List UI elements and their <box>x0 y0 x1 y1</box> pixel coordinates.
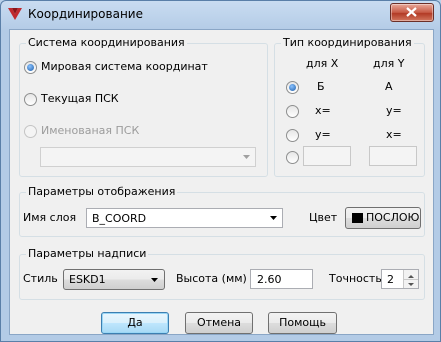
custom-y-input[interactable] <box>369 146 417 166</box>
height-input[interactable]: 2.60 <box>250 269 313 289</box>
color-button[interactable]: ПОСЛОЮ <box>345 207 421 229</box>
display-params-title: Параметры отображения <box>26 185 178 198</box>
dialog-window: Координирование Система координирования … <box>0 0 441 342</box>
color-swatch <box>352 213 363 223</box>
type-row-1-y: А <box>385 80 393 93</box>
layer-name-label: Имя слоя <box>23 211 77 224</box>
height-label: Высота (мм) <box>176 272 247 285</box>
label-params-group: Параметры надписи Стиль ESKD1 Высота (мм… <box>19 247 425 300</box>
help-button[interactable]: Помощь <box>268 312 337 334</box>
style-select[interactable]: ESKD1 <box>63 269 165 290</box>
type-row-2-y: y= <box>386 104 402 117</box>
named-ucs-select <box>40 147 256 167</box>
dialog-body: Система координирования Мировая система … <box>9 29 434 335</box>
type-row-1-x: Б <box>317 80 325 93</box>
col-y-header: для Y <box>373 57 405 70</box>
cancel-button[interactable]: Отмена <box>185 312 253 334</box>
radio-type-row-1[interactable] <box>286 81 299 94</box>
precision-spinner[interactable]: 2 <box>381 269 419 289</box>
type-row-3-y: x= <box>386 128 402 141</box>
ok-button[interactable]: Да <box>101 312 169 334</box>
window-title: Координирование <box>28 7 143 21</box>
precision-value: 2 <box>387 273 394 286</box>
col-x-header: для X <box>306 57 339 70</box>
height-value: 2.60 <box>257 273 282 286</box>
radio-type-row-3[interactable] <box>286 129 299 142</box>
coord-type-group: Тип координирования для X для Y Б А x= y… <box>274 36 425 177</box>
chevron-down-icon <box>270 216 277 220</box>
layer-name-value: B_COORD <box>92 212 147 225</box>
title-bar[interactable]: Координирование <box>1 1 440 29</box>
app-logo-icon <box>8 8 22 20</box>
radio-world-cs[interactable] <box>24 61 37 74</box>
style-value: ESKD1 <box>69 273 106 286</box>
radio-named-ucs-label: Именованая ПСК <box>41 124 140 137</box>
coord-system-title: Система координирования <box>26 36 187 49</box>
radio-named-ucs <box>24 125 37 138</box>
radio-type-row-2[interactable] <box>286 105 299 118</box>
coord-type-title: Тип координирования <box>281 36 414 49</box>
layer-name-select[interactable]: B_COORD <box>86 208 283 228</box>
coord-system-group: Система координирования Мировая система … <box>19 36 268 177</box>
radio-current-ucs-label[interactable]: Текущая ПСК <box>41 92 119 105</box>
precision-spinner-arrows <box>403 270 418 288</box>
label-params-title: Параметры надписи <box>26 247 149 260</box>
color-label: Цвет <box>309 211 338 224</box>
type-row-2-x: x= <box>315 104 331 117</box>
close-icon <box>406 7 417 17</box>
custom-x-input[interactable] <box>303 146 351 166</box>
type-row-3-x: y= <box>315 128 331 141</box>
style-label: Стиль <box>23 272 58 285</box>
radio-world-cs-label[interactable]: Мировая система координат <box>41 60 208 73</box>
precision-label: Точность <box>329 272 382 285</box>
radio-current-ucs[interactable] <box>24 93 37 106</box>
spin-down-button[interactable] <box>404 279 418 288</box>
radio-type-row-custom[interactable] <box>286 151 299 164</box>
display-params-group: Параметры отображения Имя слоя B_COORD Ц… <box>19 185 425 237</box>
chevron-down-icon <box>243 155 250 159</box>
chevron-down-icon <box>408 283 414 286</box>
color-value: ПОСЛОЮ <box>366 211 420 224</box>
chevron-down-icon <box>151 278 158 282</box>
close-button[interactable] <box>390 3 434 22</box>
